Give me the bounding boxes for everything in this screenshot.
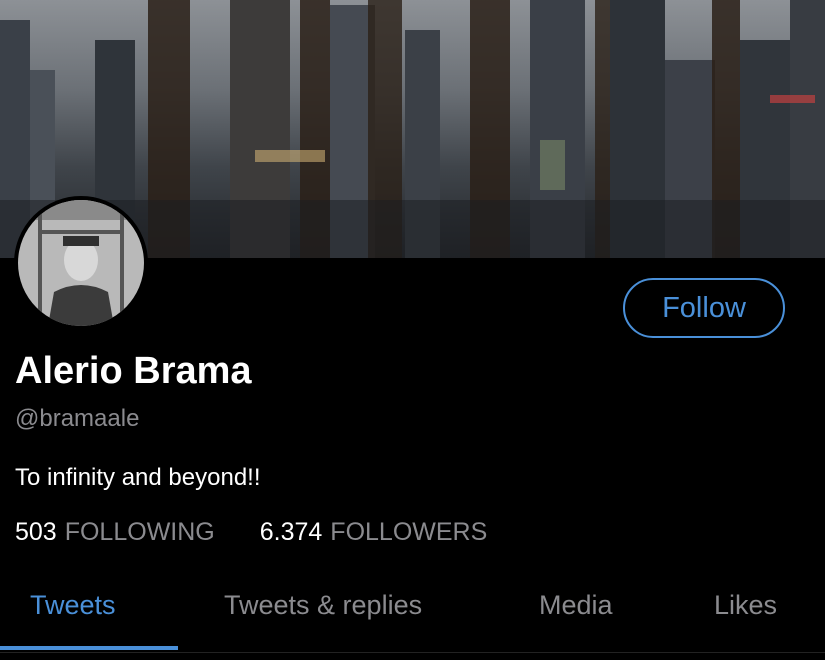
followers-count: 6.374 [259,518,323,546]
tab-media[interactable]: Media [539,586,613,656]
following-stat[interactable]: 503 FOLLOWING [15,518,215,547]
followers-label: FOLLOWERS [330,518,488,546]
following-label: FOLLOWING [64,518,215,546]
tabs-divider [0,652,825,653]
tab-tweets-and-replies[interactable]: Tweets & replies [224,586,422,656]
profile-name: Alerio Brama [15,350,252,392]
tab-likes[interactable]: Likes [714,586,777,656]
avatar-photo [18,200,144,326]
profile-bio: To infinity and beyond!! [15,464,261,491]
avatar[interactable] [14,196,148,330]
follow-button[interactable]: Follow [623,278,785,338]
active-tab-indicator [0,646,178,650]
followers-stat[interactable]: 6.374 FOLLOWERS [260,518,488,547]
profile-handle: @bramaale [15,405,140,432]
profile-stats: 503 FOLLOWING 6.374 FOLLOWERS [15,518,532,547]
following-count: 503 [15,518,57,546]
